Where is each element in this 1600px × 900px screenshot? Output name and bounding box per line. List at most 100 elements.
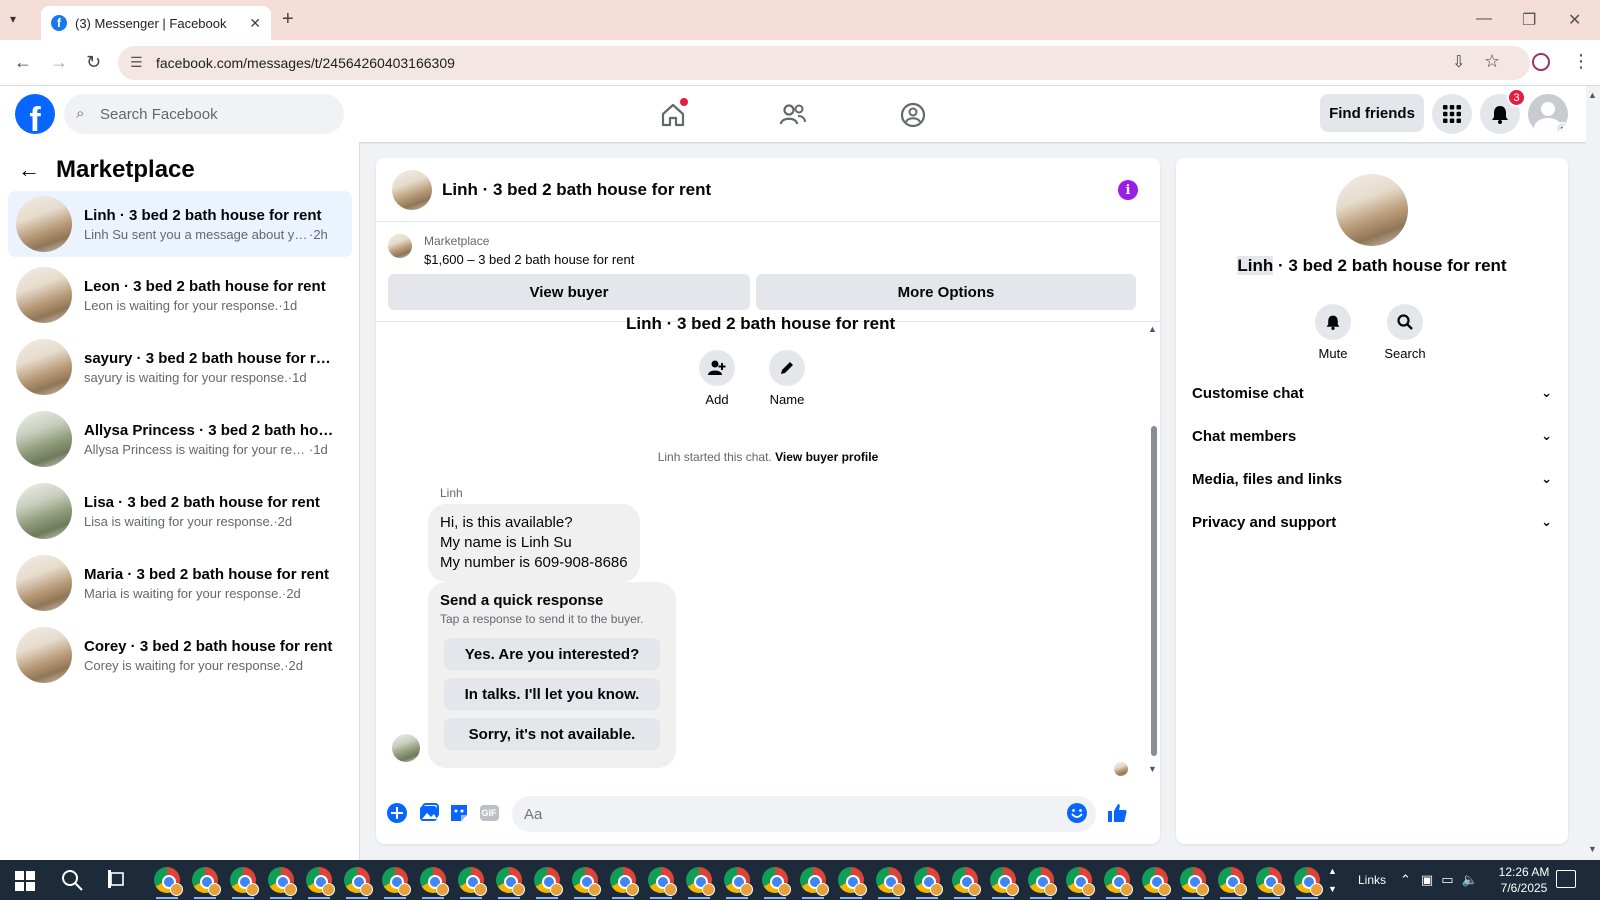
name-action[interactable]: Name (752, 350, 822, 407)
chrome-taskbar-icon[interactable] (154, 867, 183, 899)
more-options-button[interactable]: More Options (756, 274, 1136, 310)
view-buyer-profile-link[interactable]: View buyer profile (775, 450, 878, 464)
chrome-taskbar-icon[interactable] (534, 867, 563, 899)
scroll-up-icon[interactable]: ▲ (1148, 324, 1157, 334)
links-toolbar[interactable]: Links (1358, 873, 1386, 887)
reload-icon[interactable]: ↻ (86, 52, 101, 73)
chrome-taskbar-icon[interactable] (876, 867, 905, 899)
sender-avatar[interactable] (392, 734, 420, 762)
quick-response-not-available-button[interactable]: Sorry, it's not available. (444, 718, 660, 750)
restore-icon[interactable]: ❐ (1522, 10, 1536, 30)
chrome-taskbar-icon[interactable] (1294, 867, 1323, 899)
chrome-taskbar-icon[interactable] (1104, 867, 1133, 899)
chrome-taskbar-icon[interactable] (1218, 867, 1247, 899)
chrome-taskbar-icon[interactable] (610, 867, 639, 899)
profile-icon[interactable] (1532, 53, 1550, 71)
taskbar-clock[interactable]: 12:26 AM 7/6/2025 (1484, 864, 1564, 896)
browser-menu-icon[interactable]: ⋮ (1572, 51, 1590, 72)
conversation-item[interactable]: sayury · 3 bed 2 bath house for rent say… (8, 334, 352, 400)
browser-tab[interactable]: f (3) Messenger | Facebook ✕ (41, 6, 271, 40)
scroll-down-icon[interactable]: ▼ (1148, 764, 1157, 774)
volume-icon[interactable]: 🔈 (1462, 872, 1478, 888)
chrome-taskbar-icon[interactable] (914, 867, 943, 899)
listing-photo[interactable] (1336, 174, 1408, 246)
add-action[interactable]: Add (682, 350, 752, 407)
action-center-icon[interactable] (1556, 870, 1576, 888)
plus-circle-icon[interactable] (386, 802, 408, 824)
thread-scrollbar[interactable]: ▲ ▼ (1148, 322, 1160, 780)
close-tab-icon[interactable]: ✕ (249, 15, 261, 32)
photo-icon[interactable] (418, 802, 440, 824)
chrome-taskbar-icon[interactable] (382, 867, 411, 899)
conversation-item[interactable]: Lisa · 3 bed 2 bath house for rent Lisa … (8, 478, 352, 544)
search-icon[interactable] (60, 868, 86, 894)
page-scrollbar[interactable]: ▲ ▼ (1586, 86, 1600, 860)
chrome-taskbar-icon[interactable] (800, 867, 829, 899)
chrome-taskbar-icon[interactable] (686, 867, 715, 899)
conversation-item[interactable]: Linh · 3 bed 2 bath house for rent Linh … (8, 191, 352, 257)
forward-icon[interactable]: → (50, 52, 68, 73)
page-scroll-up-icon[interactable]: ▲ (1588, 90, 1597, 100)
friends-icon[interactable] (776, 98, 810, 132)
task-view-icon[interactable] (106, 868, 132, 894)
bookmark-star-icon[interactable]: ☆ (1484, 51, 1500, 72)
new-tab-icon[interactable]: + (282, 8, 294, 31)
chrome-taskbar-icon[interactable] (648, 867, 677, 899)
info-icon[interactable]: i (1118, 180, 1138, 200)
url-field[interactable]: ☰ facebook.com/messages/t/24564260403166… (118, 46, 1530, 80)
customise-chat-section[interactable]: Customise chat ⌄ (1192, 374, 1552, 412)
chrome-taskbar-icon[interactable] (306, 867, 335, 899)
page-scroll-down-icon[interactable]: ▼ (1588, 844, 1597, 854)
chat-title[interactable]: Linh · 3 bed 2 bath house for rent (442, 180, 711, 200)
chrome-taskbar-icon[interactable] (1180, 867, 1209, 899)
chrome-taskbar-icon[interactable] (496, 867, 525, 899)
search-facebook-input[interactable]: ⌕ Search Facebook (64, 94, 344, 134)
meet-now-icon[interactable]: ▣ (1421, 872, 1433, 888)
mute-button[interactable]: Mute (1298, 304, 1368, 361)
chrome-taskbar-icon[interactable] (1066, 867, 1095, 899)
conversation-item[interactable]: Leon · 3 bed 2 bath house for rent Leon … (8, 262, 352, 328)
emoji-icon[interactable] (1066, 802, 1088, 824)
chrome-taskbar-icon[interactable] (1256, 867, 1285, 899)
windows-start-icon[interactable] (14, 868, 40, 894)
back-icon[interactable]: ← (14, 52, 32, 73)
conversation-item[interactable]: Maria · 3 bed 2 bath house for rent Mari… (8, 550, 352, 616)
find-friends-button[interactable]: Find friends (1320, 94, 1424, 132)
chrome-taskbar-icon[interactable] (230, 867, 259, 899)
message-input[interactable] (512, 796, 1096, 832)
listing-title[interactable]: $1,600 – 3 bed 2 bath house for rent (424, 252, 634, 267)
chat-thumbnail[interactable] (392, 169, 432, 210)
chat-members-section[interactable]: Chat members ⌄ (1192, 417, 1552, 455)
search-in-conversation-button[interactable]: Search (1370, 304, 1440, 361)
show-hidden-icons-icon[interactable]: ⌃ (1400, 872, 1411, 888)
chrome-taskbar-icon[interactable] (572, 867, 601, 899)
chrome-taskbar-icon[interactable] (344, 867, 373, 899)
network-icon[interactable]: ▭ (1441, 872, 1453, 888)
chrome-taskbar-icon[interactable] (458, 867, 487, 899)
chrome-taskbar-icon[interactable] (1142, 867, 1171, 899)
gif-icon[interactable]: GIF (478, 802, 500, 824)
chrome-taskbar-icon[interactable] (838, 867, 867, 899)
chrome-taskbar-icon[interactable] (724, 867, 753, 899)
chrome-taskbar-icon[interactable] (990, 867, 1019, 899)
tab-list-icon[interactable]: ▾ (10, 12, 16, 26)
groups-icon[interactable] (896, 98, 930, 132)
thumbs-up-icon[interactable] (1106, 802, 1128, 824)
conversation-item[interactable]: Allysa Princess · 3 bed 2 bath hous... A… (8, 406, 352, 472)
chrome-taskbar-icon[interactable] (952, 867, 981, 899)
quick-response-yes-button[interactable]: Yes. Are you interested? (444, 638, 660, 670)
sticker-icon[interactable] (448, 802, 470, 824)
chrome-taskbar-icon[interactable] (762, 867, 791, 899)
facebook-logo-icon[interactable]: f (15, 94, 55, 134)
account-avatar[interactable]: ▾ (1528, 94, 1568, 134)
notifications-bell-icon[interactable]: 3 (1480, 88, 1526, 134)
close-window-icon[interactable]: ✕ (1568, 10, 1581, 30)
scroll-thumb[interactable] (1151, 426, 1157, 756)
install-icon[interactable]: ⇩ (1452, 52, 1465, 72)
menu-grid-icon[interactable] (1432, 94, 1472, 134)
privacy-support-section[interactable]: Privacy and support ⌄ (1192, 503, 1552, 541)
site-settings-icon[interactable]: ☰ (130, 54, 143, 71)
chrome-taskbar-icon[interactable] (268, 867, 297, 899)
minimize-icon[interactable]: — (1476, 10, 1492, 28)
view-buyer-button[interactable]: View buyer (388, 274, 750, 310)
